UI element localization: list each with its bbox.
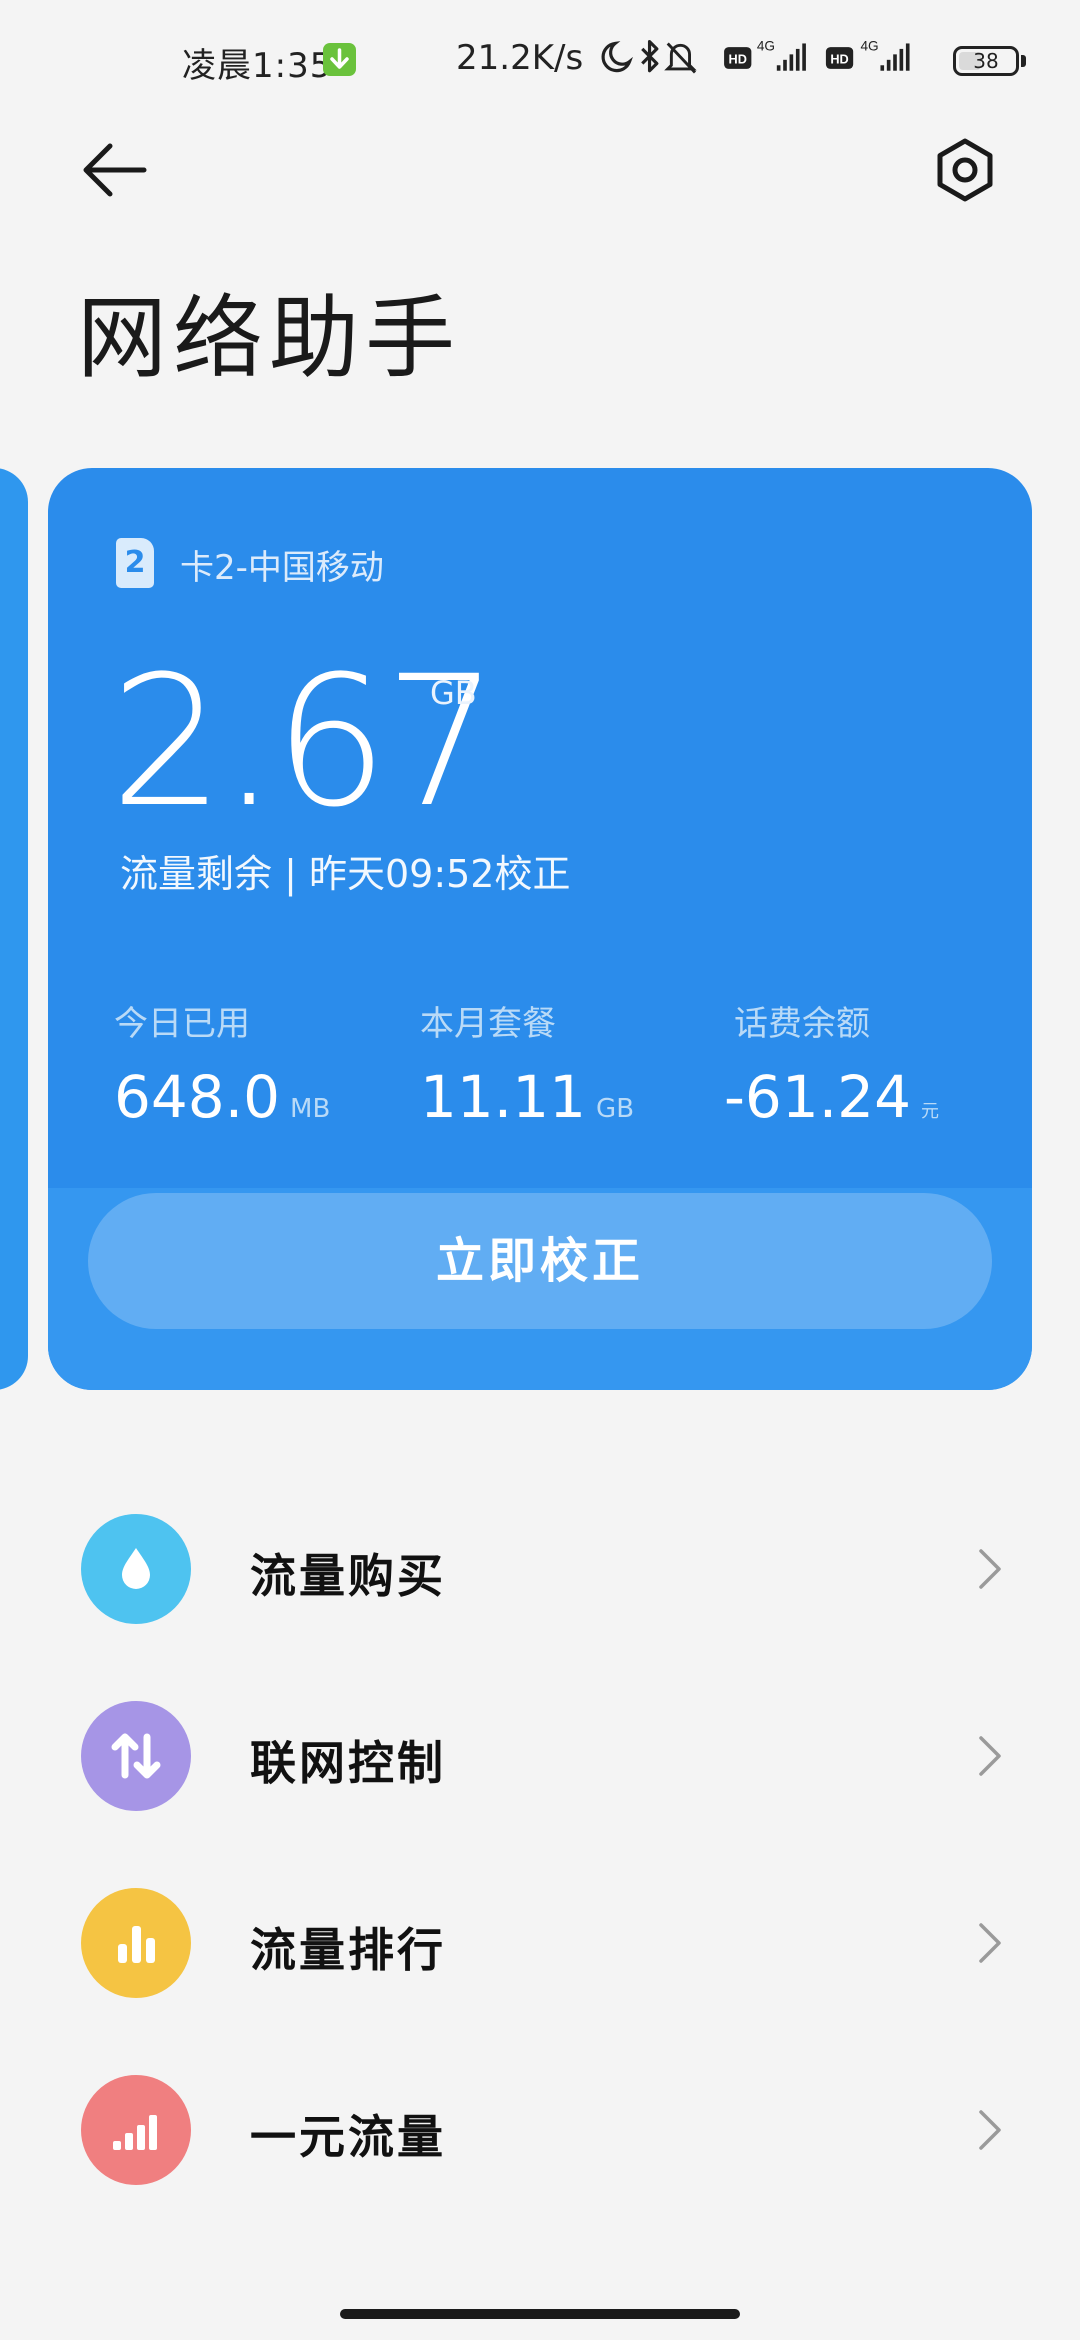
battery-tip <box>1021 55 1026 67</box>
chevron-right-icon <box>979 1736 1001 1776</box>
previous-sim-card[interactable] <box>0 468 28 1390</box>
back-button[interactable] <box>80 140 152 200</box>
remaining-data-status: 流量剩余 | 昨天09:52校正 <box>120 852 571 896</box>
chevron-right-icon <box>979 1923 1001 1963</box>
net-speed: 21.2K/s <box>456 38 584 78</box>
svg-text:HD: HD <box>729 51 747 66</box>
back-arrow-icon <box>83 143 147 197</box>
bluetooth-icon <box>641 40 659 73</box>
svg-text:HD: HD <box>830 51 848 66</box>
stat-balance: 话费余额 -61.24 元 <box>724 996 939 1131</box>
battery-icon: 38 <box>953 46 1019 76</box>
stat-value: 11.11 <box>420 1063 587 1131</box>
water-drop-icon <box>81 1514 191 1624</box>
4g-signal-icon: 4G <box>757 39 806 71</box>
chevron-right-icon <box>979 1549 1001 1589</box>
stat-label: 话费余额 <box>734 1004 870 1044</box>
stat-today-used: 今日已用 648.0 MB <box>114 996 330 1131</box>
svg-text:4G: 4G <box>757 39 775 54</box>
status-time: 凌晨1:35 <box>182 46 333 86</box>
status-icons: HD 4G HD 4G <box>601 39 910 74</box>
stat-unit: MB <box>290 1094 331 1124</box>
svg-text:4G: 4G <box>860 39 878 54</box>
page-title: 网络助手 <box>77 286 461 391</box>
stat-unit: GB <box>596 1094 635 1124</box>
bar-chart-icon <box>81 1888 191 1998</box>
4g-signal-icon: 4G <box>860 39 910 71</box>
hd-icon: HD <box>825 47 854 69</box>
carrier-label: 卡2-中国移动 <box>180 548 384 588</box>
stat-value: -61.24 <box>724 1063 911 1131</box>
menu-item-buy-data[interactable]: 流量购买 <box>0 1494 1080 1644</box>
status-bar: 凌晨1:35 21.2K/s HD 4G HD 4G 38 <box>0 0 1080 120</box>
moon-icon <box>601 41 633 73</box>
menu-item-one-yuan-data[interactable]: 一元流量 <box>0 2055 1080 2205</box>
sim-card-icon: 2 <box>116 538 154 588</box>
menu-label: 一元流量 <box>250 2110 446 2164</box>
chevron-right-icon <box>979 2110 1001 2150</box>
home-indicator[interactable] <box>340 2309 740 2319</box>
menu-label: 流量排行 <box>250 1923 446 1977</box>
up-down-arrows-icon <box>81 1701 191 1811</box>
calibrate-now-button[interactable]: 立即校正 <box>88 1193 992 1329</box>
hd-icon: HD <box>724 47 752 69</box>
stat-label: 本月套餐 <box>420 1004 556 1044</box>
stat-value: 648.0 <box>114 1063 281 1131</box>
menu-item-network-control[interactable]: 联网控制 <box>0 1681 1080 1831</box>
settings-hex-icon <box>937 138 993 202</box>
settings-button[interactable] <box>930 135 1000 205</box>
battery-level: 38 <box>973 49 999 73</box>
sim-card[interactable]: 2 卡2-中国移动 2.67 GB 流量剩余 | 昨天09:52校正 今日已用 … <box>48 468 1032 1390</box>
menu-label: 流量购买 <box>250 1549 446 1603</box>
stat-unit: 元 <box>920 1101 939 1122</box>
signal-bars-icon <box>81 2075 191 2185</box>
stat-monthly-plan: 本月套餐 11.11 GB <box>420 996 634 1131</box>
menu-label: 联网控制 <box>250 1736 446 1790</box>
menu-item-data-ranking[interactable]: 流量排行 <box>0 1868 1080 2018</box>
stat-label: 今日已用 <box>114 1004 250 1044</box>
download-icon <box>323 43 356 76</box>
mute-icon <box>664 42 697 74</box>
remaining-data-unit: GB <box>430 674 477 712</box>
